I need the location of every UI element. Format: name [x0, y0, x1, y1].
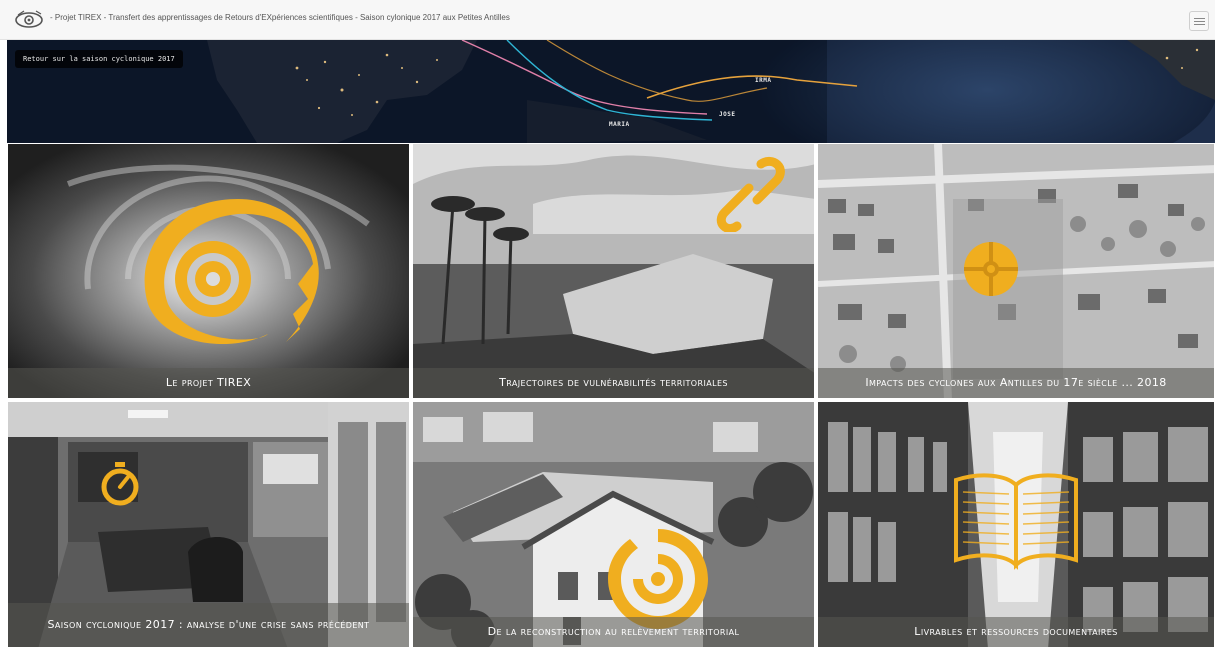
tile-livrables-ressources[interactable]: Livrables et ressources documentaires	[817, 401, 1215, 648]
wheel-cross-icon	[964, 242, 1018, 296]
site-title[interactable]: - Projet TIREX - Transfert des apprentis…	[50, 13, 510, 22]
open-book-icon	[954, 473, 1078, 570]
back-to-season-button[interactable]: Retour sur la saison cyclonique 2017	[15, 50, 183, 68]
tile-trajectoires-vulnerabilites[interactable]: Trajectoires de vulnérabilités territori…	[412, 143, 815, 399]
tile-caption: Le projet TIREX	[8, 368, 409, 398]
tile-caption: Impacts des cyclones aux Antilles du 17e…	[818, 368, 1214, 398]
storm-label-irma[interactable]: IRMA	[755, 77, 771, 84]
tile-caption: Saison cyclonique 2017 : analyse d'une c…	[8, 603, 409, 647]
hero-banner-map: Retour sur la saison cyclonique 2017 IRM…	[7, 40, 1215, 143]
storm-label-maria[interactable]: MARIA	[609, 121, 630, 128]
hamburger-icon[interactable]	[1189, 11, 1209, 31]
chain-link-icon	[716, 156, 785, 232]
tile-caption: De la reconstruction au relèvement terri…	[413, 617, 814, 647]
tirex-eye-logo-icon	[144, 199, 319, 344]
tirex-eye-icon[interactable]	[14, 9, 44, 31]
storm-label-jose[interactable]: JOSE	[719, 111, 735, 118]
tile-saison-cyclonique-2017[interactable]: Saison cyclonique 2017 : analyse d'une c…	[7, 401, 410, 648]
stopwatch-icon	[101, 462, 139, 506]
top-navbar: - Projet TIREX - Transfert des apprentis…	[0, 0, 1215, 40]
tile-caption: Trajectoires de vulnérabilités territori…	[413, 368, 814, 398]
tile-impacts-cyclones[interactable]: Impacts des cyclones aux Antilles du 17e…	[817, 143, 1215, 399]
tile-reconstruction-relevement[interactable]: De la reconstruction au relèvement terri…	[412, 401, 815, 648]
tile-projet-tirex[interactable]: Le projet TIREX	[7, 143, 410, 399]
project-tiles-grid: Le projet TIREX Trajectoires de vulnérab…	[7, 143, 1215, 648]
tile-caption: Livrables et ressources documentaires	[818, 617, 1214, 647]
